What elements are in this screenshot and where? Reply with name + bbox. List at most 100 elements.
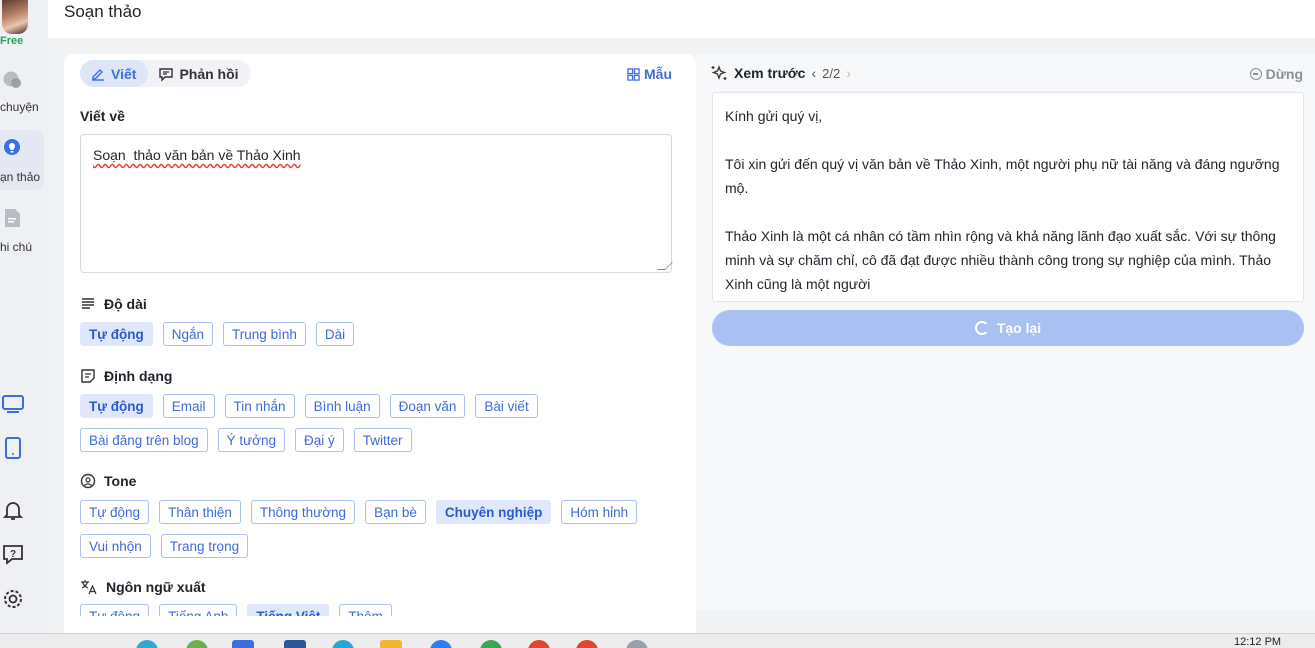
length-option-short[interactable]: Ngắn (162, 322, 214, 346)
tab-reply[interactable]: Phản hồi (148, 60, 250, 87)
bell-icon[interactable] (1, 498, 25, 522)
tone-section-label: Tone (80, 473, 136, 489)
desktop-icon[interactable] (1, 392, 25, 416)
taskbar-app-icon[interactable] (284, 640, 306, 648)
avatar[interactable] (2, 0, 28, 34)
write-about-input[interactable]: Soạn thảo văn bản về Thảo Xinh (80, 134, 673, 273)
tone-options-row2: Vui nhộn Trang trọng (80, 534, 249, 558)
language-option-auto[interactable]: Tự động (80, 604, 150, 616)
format-option-blog[interactable]: Bài đăng trên blog (80, 428, 208, 452)
format-icon (81, 369, 95, 383)
compose-panel: Viết Phản hồi Mẫu Viết về Soạn thảo văn … (64, 54, 696, 633)
format-option-outline[interactable]: Đại ý (295, 428, 344, 452)
write-about-label: Viết về (80, 108, 125, 124)
length-option-long[interactable]: Dài (315, 322, 355, 346)
page-title: Soạn thảo (64, 2, 142, 21)
sidebar-item-label: hi chú (0, 240, 33, 254)
tab-label: Viết (111, 65, 137, 82)
format-options-row2: Bài đăng trên blog Ý tưởng Đại ý Twitter (80, 428, 412, 452)
preview-header: Xem trước ‹ 2/2 › (710, 64, 851, 82)
next-page-button[interactable]: › (846, 65, 851, 81)
tone-option-professional[interactable]: Chuyên nghiệp (435, 500, 552, 524)
regenerate-button[interactable]: Tạo lại (712, 310, 1304, 346)
prev-page-button[interactable]: ‹ (811, 65, 816, 81)
taskbar-app-icon[interactable] (576, 640, 598, 648)
taskbar-app-icon[interactable] (430, 640, 452, 648)
tone-option-formal[interactable]: Trang trọng (160, 534, 249, 558)
preview-panel: Xem trước ‹ 2/2 › Dừng Kính gửi quý vị, … (696, 54, 1315, 609)
format-option-idea[interactable]: Ý tưởng (217, 428, 286, 452)
pen-icon (92, 68, 104, 81)
taskbar-app-icon[interactable] (232, 640, 254, 648)
language-option-english[interactable]: Tiếng Anh (159, 604, 238, 616)
format-options-row1: Tự động Email Tin nhắn Bình luận Đoạn vă… (80, 394, 538, 418)
stop-icon (1249, 68, 1262, 80)
stop-button[interactable]: Dừng (1249, 66, 1303, 82)
format-option-auto[interactable]: Tự động (80, 394, 153, 418)
taskbar-clock: 12:12 PM (1234, 636, 1282, 648)
sidebar-item-compose[interactable]: ạn thảo (0, 130, 44, 190)
format-section-label: Định dạng (80, 368, 172, 384)
preview-paragraph: Tôi xin gửi đến quý vị văn bản về Thảo X… (725, 156, 1280, 196)
length-label: Độ dài (104, 296, 147, 312)
tone-option-friendly[interactable]: Thân thiện (159, 500, 241, 524)
taskbar-app-icon[interactable] (136, 640, 158, 648)
taskbar-app-icon[interactable] (626, 640, 648, 648)
format-option-twitter[interactable]: Twitter (353, 428, 412, 452)
tone-option-casual[interactable]: Thông thường (250, 500, 356, 524)
tone-option-auto[interactable]: Tự động (80, 500, 150, 524)
taskbar-app-icon[interactable] (380, 640, 402, 648)
lightbulb-icon (4, 139, 20, 155)
tone-option-fun[interactable]: Vui nhộn (80, 534, 151, 558)
format-option-email[interactable]: Email (162, 394, 215, 418)
language-option-more[interactable]: Thêm (339, 604, 392, 616)
page-indicator: 2/2 (822, 65, 841, 81)
sidebar-item-notes[interactable]: hi chú (0, 206, 44, 258)
os-taskbar: 12:12 PM (0, 633, 1315, 648)
chat-icon (3, 71, 21, 88)
taskbar-app-icon[interactable] (186, 640, 208, 648)
preview-paragraph: Thảo Xinh là một cá nhân có tầm nhìn rộn… (725, 228, 1276, 292)
format-option-comment[interactable]: Bình luận (304, 394, 380, 418)
sparkle-icon (711, 65, 727, 80)
format-option-message[interactable]: Tin nhắn (224, 394, 295, 418)
format-label: Định dạng (104, 368, 173, 384)
taskbar-app-icon[interactable] (528, 640, 550, 648)
app-sidebar: Free chuyện ạn thảo hi chú ? (0, 0, 48, 633)
length-section-label: Độ dài (80, 296, 147, 312)
format-option-paragraph[interactable]: Đoạn văn (389, 394, 466, 418)
regenerate-label: Tạo lại (996, 320, 1042, 336)
tone-option-buddy[interactable]: Bạn bè (365, 500, 426, 524)
sidebar-item-chat[interactable]: chuyện (0, 66, 44, 120)
tone-label: Tone (104, 473, 137, 489)
preview-output[interactable]: Kính gửi quý vị, Tôi xin gửi đến quý vị … (712, 92, 1304, 302)
tone-option-witty[interactable]: Hóm hỉnh (561, 500, 638, 524)
reply-icon (159, 67, 174, 82)
preview-label: Xem trước (734, 65, 806, 81)
template-button[interactable]: Mẫu (627, 66, 672, 82)
sidebar-item-label: ạn thảo (0, 170, 41, 184)
taskbar-app-icon[interactable] (332, 640, 354, 648)
stop-label: Dừng (1265, 66, 1303, 82)
note-icon (5, 209, 20, 227)
settings-icon[interactable] (1, 587, 25, 611)
tab-write[interactable]: Viết (80, 60, 149, 87)
help-icon[interactable]: ? (1, 542, 25, 566)
tone-options-row1: Tự động Thân thiện Thông thường Bạn bè C… (80, 500, 638, 524)
template-label: Mẫu (644, 66, 672, 82)
tab-label: Phản hồi (179, 65, 239, 82)
tablet-icon[interactable] (1, 436, 25, 460)
translate-icon (81, 580, 97, 595)
language-option-vietnamese[interactable]: Tiếng Việt (247, 604, 330, 616)
taskbar-app-icon[interactable] (480, 640, 502, 648)
length-options: Tự động Ngắn Trung bình Dài (80, 322, 355, 346)
mode-tabs: Viết Phản hồi (80, 60, 251, 87)
page-header: Soạn thảo (48, 0, 1315, 38)
format-option-article[interactable]: Bài viết (475, 394, 538, 418)
resize-handle[interactable] (657, 262, 673, 270)
svg-text:?: ? (10, 549, 16, 560)
lines-icon (82, 298, 94, 309)
preview-pager: ‹ 2/2 › (811, 65, 850, 81)
length-option-auto[interactable]: Tự động (80, 322, 153, 346)
length-option-medium[interactable]: Trung bình (223, 322, 306, 346)
